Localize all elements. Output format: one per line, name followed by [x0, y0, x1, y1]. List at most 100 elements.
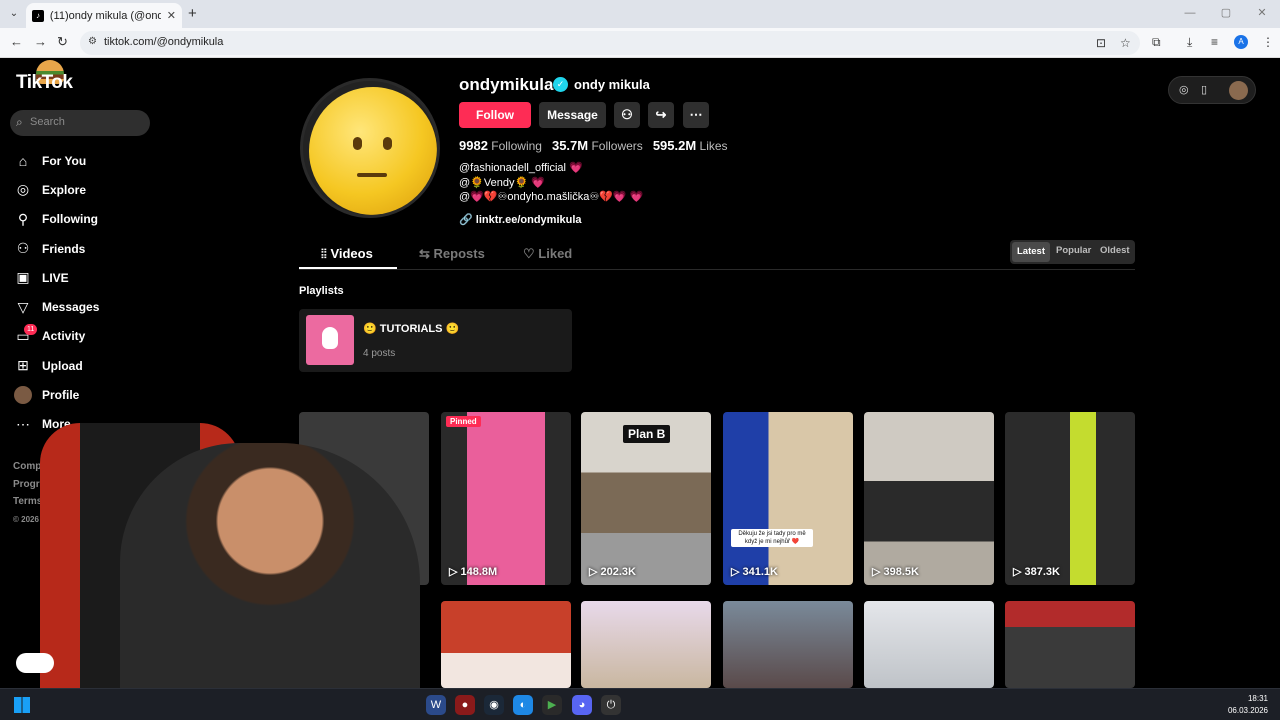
sidebar-item-label: Following: [42, 212, 98, 227]
avatar: [14, 386, 32, 405]
add-friend-icon[interactable]: ⚇: [614, 102, 640, 128]
tab-videos[interactable]: ⦙⦙ Videos: [321, 246, 373, 262]
coin-icon[interactable]: ◎: [1179, 83, 1189, 96]
share-icon[interactable]: ↪: [648, 102, 674, 128]
bio-line: @fashionadell_official 💗: [459, 162, 583, 174]
followers-stat[interactable]: 35.7M Followers: [552, 138, 643, 153]
sort-oldest[interactable]: Oldest: [1100, 245, 1130, 256]
playlist-card[interactable]: 🙂 TUTORIALS 🙂 4 posts: [299, 309, 572, 372]
sidebar-item-upload[interactable]: ⊞ Upload: [14, 351, 194, 380]
sort-latest[interactable]: Latest: [1012, 242, 1050, 262]
sort-toggle: Latest Popular Oldest: [1010, 240, 1135, 264]
upload-icon: ⊞: [17, 357, 29, 374]
compass-icon: ◎: [16, 181, 30, 198]
close-window-icon[interactable]: ✕: [1244, 0, 1280, 28]
sidebar-item-profile[interactable]: Profile: [14, 380, 194, 409]
sidebar-item-activity[interactable]: ▭ 11 Activity: [14, 322, 194, 351]
url-input[interactable]: ⚙ tiktok.com/@ondymikula ⊡ ☆: [80, 31, 1140, 55]
playlist-title: 🙂 TUTORIALS 🙂: [363, 323, 460, 335]
follow-button[interactable]: Follow: [459, 102, 531, 128]
bio-line: @🌻Vendy🌻 💗: [459, 176, 545, 189]
extensions-icon[interactable]: ⧉: [1152, 35, 1161, 50]
sidebar-item-messages[interactable]: ▽ Messages: [14, 292, 194, 321]
reload-icon[interactable]: ↻: [57, 34, 68, 50]
following-stat[interactable]: 9982 Following: [459, 138, 542, 153]
new-tab-icon[interactable]: +: [188, 5, 197, 22]
floating-widget-icon[interactable]: [16, 653, 54, 673]
video-views: ▷ 398.5K: [872, 566, 919, 578]
following-icon: ⚲: [17, 210, 29, 227]
profile-link[interactable]: 🔗 linktr.ee/ondymikula: [459, 213, 582, 226]
video-thumbnail[interactable]: Pinned ▷ 148.8M: [441, 412, 571, 585]
clock-time: 18:31: [1247, 694, 1268, 703]
back-icon[interactable]: ←: [10, 34, 23, 49]
playlist-thumbnail: [306, 315, 354, 365]
wordpress-app-icon[interactable]: W: [426, 695, 446, 715]
profile-username: ondymikula: [459, 75, 554, 94]
browser-tab[interactable]: ♪ (11)ondy mikula (@ondymikula ✕: [26, 3, 182, 28]
sort-popular[interactable]: Popular: [1056, 245, 1091, 256]
discord-icon[interactable]: ◕: [572, 695, 592, 715]
windows-taskbar: W ● ◉ ◐ ▶ ◕ ⏻ 18:31 06.03.2026: [0, 688, 1280, 720]
avatar[interactable]: [1229, 81, 1248, 100]
tab-search-icon[interactable]: ⌄: [6, 6, 22, 22]
sidebar-item-label: Upload: [42, 358, 83, 373]
more-options-icon[interactable]: ⋯: [683, 102, 709, 128]
media-player-icon[interactable]: ▶: [542, 695, 562, 715]
browser-menu-icon[interactable]: ⋮: [1262, 35, 1274, 49]
friends-icon: ⚇: [16, 240, 30, 257]
sidebar-item-live[interactable]: ▣ LIVE: [14, 263, 194, 292]
app-icon[interactable]: ⏻: [601, 695, 621, 715]
url-text: tiktok.com/@ondymikula: [104, 36, 224, 48]
video-thumbnail[interactable]: [581, 601, 711, 688]
mobile-app-icon[interactable]: ▯: [1201, 83, 1207, 96]
media-control-icon[interactable]: ≡: [1211, 35, 1218, 49]
video-views: ▷ 387.3K: [1013, 566, 1060, 578]
search-icon: ⌕: [16, 115, 23, 129]
video-views: ▷ 148.8M: [449, 566, 498, 578]
forward-icon[interactable]: →: [34, 34, 47, 49]
tab-liked[interactable]: ♡ Liked: [523, 246, 572, 262]
video-thumbnail[interactable]: [1005, 601, 1135, 688]
browser-profile-avatar[interactable]: A: [1234, 35, 1248, 49]
messages-icon: ▽: [17, 298, 29, 315]
video-thumbnail[interactable]: ▷ 387.3K: [1005, 412, 1135, 585]
sidebar-item-following[interactable]: ⚲ Following: [14, 205, 194, 234]
video-thumbnail[interactable]: [723, 601, 853, 688]
close-tab-icon[interactable]: ✕: [167, 9, 176, 22]
profile-avatar[interactable]: [300, 78, 440, 218]
video-thumbnail[interactable]: [441, 601, 571, 688]
video-thumbnail[interactable]: [864, 601, 994, 688]
app-icon[interactable]: ●: [455, 695, 475, 715]
maximize-icon[interactable]: ▢: [1208, 0, 1244, 28]
windows-start-icon[interactable]: [14, 697, 30, 713]
bookmark-star-icon[interactable]: ☆: [1120, 36, 1131, 50]
site-info-icon[interactable]: ⚙: [88, 36, 97, 47]
active-tab-indicator: [299, 267, 397, 269]
sidebar-item-for-you[interactable]: ⌂ For You: [14, 146, 194, 175]
home-icon: ⌂: [18, 152, 28, 169]
taskbar-clock[interactable]: 18:31 06.03.2026: [1228, 693, 1268, 717]
video-thumbnail[interactable]: Plan B ▷ 202.3K: [581, 412, 711, 585]
sidebar-item-friends[interactable]: ⚇ Friends: [14, 234, 194, 263]
playlist-count: 4 posts: [363, 348, 396, 359]
video-thumbnail[interactable]: ▷ 398.5K: [864, 412, 994, 585]
playlists-heading: Playlists: [299, 285, 344, 297]
sidebar-item-label: For You: [42, 153, 87, 168]
search-input[interactable]: ⌕ Search: [10, 110, 150, 136]
minimize-icon[interactable]: —: [1172, 0, 1208, 28]
edge-icon[interactable]: ◐: [513, 695, 533, 715]
search-placeholder: Search: [30, 116, 65, 128]
sidebar-item-explore[interactable]: ◎ Explore: [14, 175, 194, 204]
video-thumbnail[interactable]: Děkuju že jsi tady pro mě když je mi nej…: [723, 412, 853, 585]
webcam-overlay: [0, 413, 430, 688]
downloads-icon[interactable]: ⤓: [1187, 35, 1192, 50]
message-button[interactable]: Message: [539, 102, 606, 128]
sidebar-item-label: LIVE: [42, 270, 69, 285]
tab-reposts[interactable]: ⇆ Reposts: [419, 246, 485, 262]
verified-badge-icon: ✓: [553, 77, 568, 92]
steam-icon[interactable]: ◉: [484, 695, 504, 715]
top-right-toolbar: ◎ ▯: [1168, 76, 1256, 104]
tiktok-logo[interactable]: TikTok: [16, 72, 73, 94]
install-app-icon[interactable]: ⊡: [1096, 36, 1106, 50]
